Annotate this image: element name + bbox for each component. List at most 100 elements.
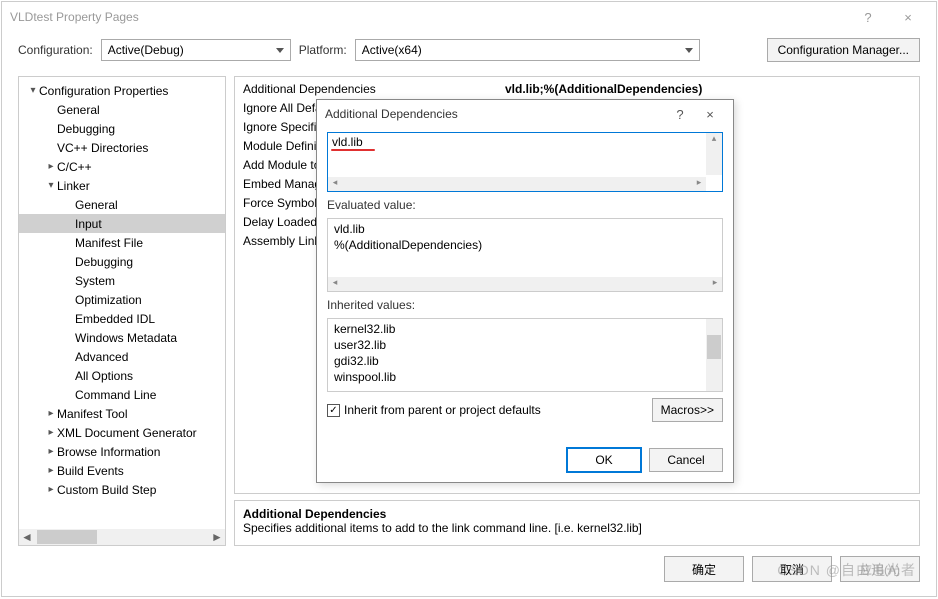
inherit-checkbox[interactable]: ✓ <box>327 404 340 417</box>
help-box: Additional Dependencies Specifies additi… <box>234 500 920 546</box>
ok-button[interactable]: 确定 <box>664 556 744 582</box>
chevron-down-icon[interactable]: ▾ <box>27 85 39 96</box>
tree-item-configuration-properties[interactable]: ▾Configuration Properties <box>19 81 225 100</box>
tree-item-label: Configuration Properties <box>39 84 168 98</box>
dialog-help-icon[interactable]: ? <box>665 107 695 122</box>
help-icon[interactable]: ? <box>848 10 888 25</box>
chevron-right-icon[interactable]: ▸ <box>45 427 57 438</box>
scroll-left-icon[interactable]: ◂ <box>328 277 342 291</box>
inherit-row: ✓ Inherit from parent or project default… <box>327 398 723 422</box>
tree-hscrollbar[interactable]: ◄ ► <box>19 529 225 545</box>
configuration-select[interactable]: Active(Debug) <box>101 39 291 61</box>
eval-hscrollbar[interactable]: ◂ ▸ <box>328 277 722 291</box>
titlebar: VLDtest Property Pages ? × <box>2 2 936 32</box>
apply-button[interactable]: 应用(A) <box>840 556 920 582</box>
tree-item-label: C/C++ <box>57 160 92 174</box>
dialog-ok-button[interactable]: OK <box>567 448 641 472</box>
chevron-right-icon[interactable]: ▸ <box>45 465 57 476</box>
tree-item-label: Custom Build Step <box>57 483 156 497</box>
scroll-right-icon[interactable]: ▸ <box>708 277 722 291</box>
tree-item-build-events[interactable]: ▸Build Events <box>19 461 225 480</box>
tree-item-embedded-idl[interactable]: Embedded IDL <box>19 309 225 328</box>
close-icon[interactable]: × <box>888 10 928 25</box>
tree-item-label: Windows Metadata <box>75 331 177 345</box>
tree-item-optimization[interactable]: Optimization <box>19 290 225 309</box>
spellcheck-underline <box>331 149 375 151</box>
configuration-manager-button[interactable]: Configuration Manager... <box>767 38 920 62</box>
evaluated-label: Evaluated value: <box>327 198 723 212</box>
inherited-text: kernel32.libuser32.libgdi32.libwinspool.… <box>328 319 722 387</box>
tree-item-label: General <box>75 198 118 212</box>
tree-item-label: Optimization <box>75 293 142 307</box>
tree-item-all-options[interactable]: All Options <box>19 366 225 385</box>
chevron-right-icon[interactable]: ▸ <box>45 446 57 457</box>
cancel-button[interactable]: 取消 <box>752 556 832 582</box>
inherited-box: kernel32.libuser32.libgdi32.libwinspool.… <box>327 318 723 392</box>
dialog-cancel-button[interactable]: Cancel <box>649 448 723 472</box>
chevron-right-icon[interactable]: ▸ <box>45 408 57 419</box>
config-row: Configuration: Active(Debug) Platform: A… <box>2 32 936 68</box>
tree-item-label: Linker <box>57 179 90 193</box>
tree-item-debugging[interactable]: Debugging <box>19 252 225 271</box>
tree-item-label: Embedded IDL <box>75 312 155 326</box>
scroll-up-icon[interactable]: ▴ <box>706 133 722 147</box>
tree-item-label: Manifest File <box>75 236 143 250</box>
edit-vscrollbar[interactable]: ▴ <box>706 133 722 175</box>
tree-item-general[interactable]: General <box>19 195 225 214</box>
tree-item-linker[interactable]: ▾Linker <box>19 176 225 195</box>
tree-pane: ▾Configuration PropertiesGeneralDebuggin… <box>18 76 226 546</box>
dependencies-edit[interactable]: vld.lib ▴ ◂ ▸ <box>327 132 723 192</box>
tree[interactable]: ▾Configuration PropertiesGeneralDebuggin… <box>19 77 225 503</box>
configuration-label: Configuration: <box>18 43 93 57</box>
tree-item-label: System <box>75 274 115 288</box>
help-title: Additional Dependencies <box>243 507 911 521</box>
edit-hscrollbar[interactable]: ◂ ▸ <box>328 177 706 191</box>
tree-item-system[interactable]: System <box>19 271 225 290</box>
inherited-scroll-thumb[interactable] <box>707 335 721 359</box>
tree-item-windows-metadata[interactable]: Windows Metadata <box>19 328 225 347</box>
tree-item-advanced[interactable]: Advanced <box>19 347 225 366</box>
scroll-left-icon[interactable]: ◂ <box>328 177 342 191</box>
tree-item-label: Manifest Tool <box>57 407 127 421</box>
scroll-thumb[interactable] <box>37 530 97 544</box>
tree-item-label: Debugging <box>57 122 115 136</box>
scroll-right-icon[interactable]: ► <box>209 530 225 544</box>
tree-item-vc-directories[interactable]: VC++ Directories <box>19 138 225 157</box>
tree-item-c-c-[interactable]: ▸C/C++ <box>19 157 225 176</box>
property-row[interactable]: Additional Dependenciesvld.lib;%(Additio… <box>235 79 919 98</box>
tree-item-xml-document-generator[interactable]: ▸XML Document Generator <box>19 423 225 442</box>
scroll-left-icon[interactable]: ◄ <box>19 530 35 544</box>
platform-select[interactable]: Active(x64) <box>355 39 700 61</box>
tree-item-label: Debugging <box>75 255 133 269</box>
tree-item-label: Browse Information <box>57 445 160 459</box>
tree-item-debugging[interactable]: Debugging <box>19 119 225 138</box>
tree-item-browse-information[interactable]: ▸Browse Information <box>19 442 225 461</box>
scroll-right-icon[interactable]: ▸ <box>692 177 706 191</box>
dialog-close-icon[interactable]: × <box>695 107 725 122</box>
platform-value: Active(x64) <box>362 43 422 57</box>
help-desc: Specifies additional items to add to the… <box>243 521 911 535</box>
tree-item-general[interactable]: General <box>19 100 225 119</box>
tree-item-input[interactable]: Input <box>19 214 225 233</box>
dependencies-edit-value: vld.lib <box>328 133 722 151</box>
additional-dependencies-dialog: Additional Dependencies ? × vld.lib ▴ ◂ … <box>316 99 734 483</box>
tree-item-command-line[interactable]: Command Line <box>19 385 225 404</box>
inherit-checkbox-row[interactable]: ✓ Inherit from parent or project default… <box>327 403 541 417</box>
tree-item-label: VC++ Directories <box>57 141 148 155</box>
property-value: vld.lib;%(AdditionalDependencies) <box>505 82 919 96</box>
chevron-right-icon[interactable]: ▸ <box>45 161 57 172</box>
tree-item-manifest-file[interactable]: Manifest File <box>19 233 225 252</box>
property-label: Additional Dependencies <box>235 82 505 96</box>
configuration-value: Active(Debug) <box>108 43 184 57</box>
tree-item-label: Build Events <box>57 464 124 478</box>
dialog-titlebar: Additional Dependencies ? × <box>317 100 733 128</box>
tree-item-custom-build-step[interactable]: ▸Custom Build Step <box>19 480 225 499</box>
evaluated-box: vld.lib%(AdditionalDependencies) ◂ ▸ <box>327 218 723 292</box>
tree-item-label: General <box>57 103 100 117</box>
tree-item-label: XML Document Generator <box>57 426 197 440</box>
chevron-down-icon[interactable]: ▾ <box>45 180 57 191</box>
chevron-right-icon[interactable]: ▸ <box>45 484 57 495</box>
tree-item-label: Command Line <box>75 388 156 402</box>
macros-button[interactable]: Macros>> <box>652 398 723 422</box>
tree-item-manifest-tool[interactable]: ▸Manifest Tool <box>19 404 225 423</box>
